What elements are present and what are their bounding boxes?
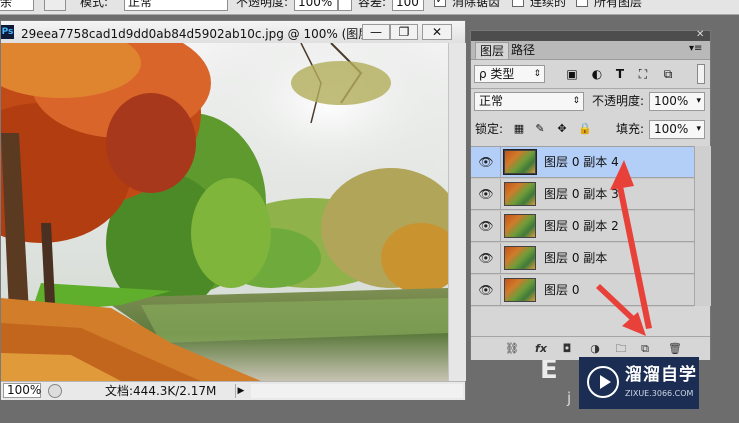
arrow-down [596,284,634,320]
play-icon [587,366,619,398]
watermark-title: 溜溜自学 [625,365,697,385]
red-arrows [596,160,652,336]
watermark-url: ZIXUE.3066.COM [625,389,694,398]
watermark-logo: 溜溜自学 ZIXUE.3066.COM [579,357,699,409]
arrow-up-head [610,160,634,190]
